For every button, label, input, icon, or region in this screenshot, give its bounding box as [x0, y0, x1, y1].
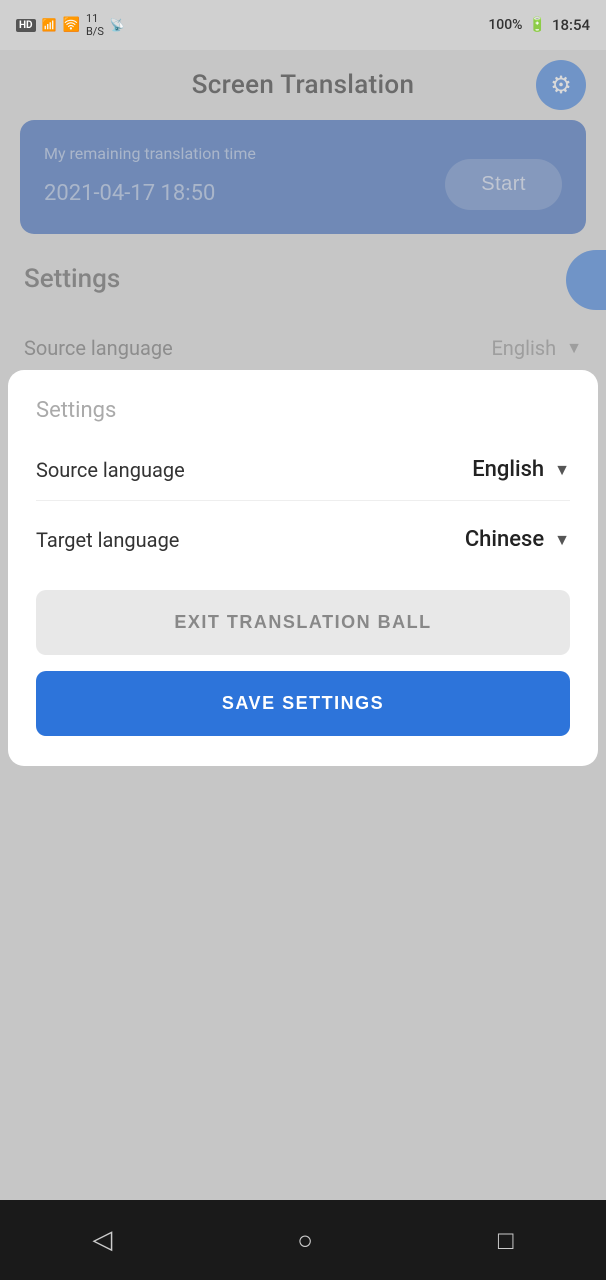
source-language-value: English [472, 457, 544, 482]
modal-title: Settings [36, 398, 570, 423]
settings-modal: Settings Source language English ▼ Targe… [8, 370, 598, 766]
data-speed: 11B/S [86, 12, 104, 38]
save-settings-button[interactable]: SAVE SETTINGS [36, 671, 570, 736]
target-language-value: Chinese [465, 527, 544, 552]
battery-level: 100% [488, 17, 522, 33]
cast-icon: 📡 [110, 18, 125, 32]
modal-overlay: Settings Source language English ▼ Targe… [0, 50, 606, 1200]
source-language-label: Source language [36, 458, 185, 482]
signal-icon: 📶 [42, 18, 57, 32]
clock: 18:54 [552, 16, 590, 34]
source-language-dropdown[interactable]: English ▼ [410, 457, 570, 482]
target-dropdown-arrow: ▼ [554, 530, 570, 550]
recent-apps-button[interactable]: □ [498, 1225, 514, 1256]
source-dropdown-arrow: ▼ [554, 460, 570, 480]
status-bar: HD 📶 🛜 11B/S 📡 100% 🔋 18:54 [0, 0, 606, 50]
exit-translation-ball-button[interactable]: EXIT TRANSLATION BALL [36, 590, 570, 655]
home-button[interactable]: ○ [297, 1225, 313, 1256]
target-language-label: Target language [36, 528, 179, 552]
back-button[interactable]: ◁ [92, 1225, 112, 1255]
source-language-row: Source language English ▼ [36, 447, 570, 492]
status-left: HD 📶 🛜 11B/S 📡 [16, 12, 125, 38]
target-language-dropdown[interactable]: Chinese ▼ [410, 527, 570, 552]
wifi-icon: 🛜 [63, 17, 80, 33]
status-right: 100% 🔋 18:54 [488, 16, 590, 34]
divider-1 [36, 500, 570, 501]
app-background: Screen Translation ⚙ My remaining transl… [0, 50, 606, 1200]
nav-bar: ◁ ○ □ [0, 1200, 606, 1280]
hd-badge: HD [16, 19, 36, 32]
target-language-row: Target language Chinese ▼ [36, 517, 570, 562]
